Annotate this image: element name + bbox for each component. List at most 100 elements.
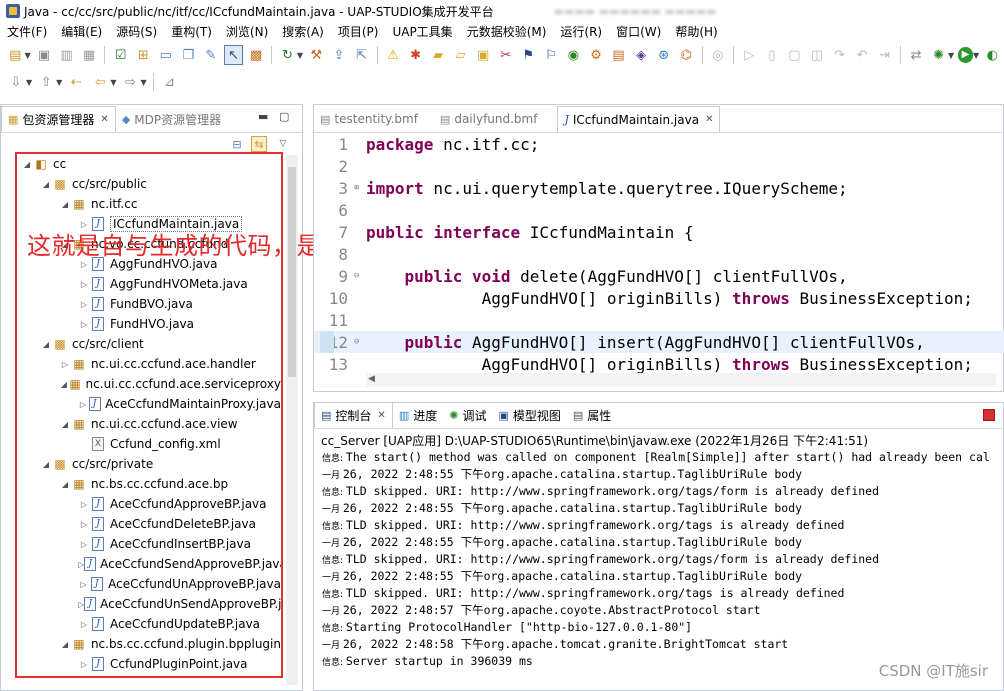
folder-tree-icon[interactable]: ⊞ [134, 45, 153, 65]
code-area[interactable]: 1 package nc.itf.cc; 2 3 ⊕ import nc.ui.query… [314, 133, 1004, 375]
task-icon[interactable]: ✎ [202, 45, 221, 65]
runner-blue-icon[interactable]: ⚐ [542, 45, 561, 65]
run-dropdown-icon[interactable]: ▼ [973, 51, 979, 60]
folder-icon[interactable]: ▱ [451, 45, 470, 65]
export-icon[interactable]: ⇱ [352, 45, 371, 65]
maximize-icon[interactable]: ▢ [279, 110, 289, 123]
tree-item[interactable]: X Ccfund_config.xml [17, 434, 281, 454]
tree-item[interactable]: ▷ J FundBVO.java [17, 294, 281, 314]
expanded-arrow-icon[interactable]: ◢ [59, 420, 71, 429]
tab-model-view[interactable]: ▣ 模型视图 [492, 402, 566, 428]
tree-item[interactable]: ◢ ▦ nc.ui.cc.ccfund.ace.view [17, 414, 281, 434]
save-icon[interactable]: ▣ [35, 45, 54, 65]
network-icon[interactable]: ⊛ [654, 45, 673, 65]
code-line[interactable]: 12 ⊖ public AggFundHVO[] insert(AggFundHV… [314, 331, 1004, 353]
tree-item[interactable]: ▷ J AceCcfundDeleteBP.java [17, 514, 281, 534]
graph-icon[interactable]: ⌬ [677, 45, 696, 65]
close-icon[interactable]: ✕ [705, 114, 713, 125]
code-line[interactable]: 11 [314, 309, 1004, 331]
last-edit-icon[interactable]: ⇠ [66, 72, 86, 92]
back-dropdown-icon[interactable]: ▼ [110, 78, 116, 87]
tab-properties[interactable]: ▤ 属性 [567, 402, 617, 428]
back-icon[interactable]: ⇦ [90, 72, 110, 92]
tab-testentity-bmf[interactable]: ▤ testentity.bmf [314, 106, 424, 132]
console-output[interactable]: 信息: The start() method was called on com… [322, 450, 1004, 671]
menu-metadata-check[interactable]: 元数据校验(M) [460, 23, 554, 40]
fold-toggle-icon[interactable]: ⊖ [354, 271, 364, 281]
tree-item[interactable]: ▷ J AggFundHVOMeta.java [17, 274, 281, 294]
collapsed-arrow-icon[interactable]: ▷ [78, 280, 90, 289]
skip-breakpoints-icon[interactable]: ⇄ [907, 45, 926, 65]
metadata-icon[interactable]: ✱ [406, 45, 425, 65]
refresh-icon[interactable]: ↻ [278, 45, 297, 65]
new-dropdown-icon[interactable]: ▼ [25, 51, 31, 60]
annotation-next-dropdown-icon[interactable]: ▼ [26, 78, 32, 87]
tab-progress[interactable]: ▥ 进度 [393, 402, 443, 428]
tree-item[interactable]: ▷ J AceCcfundApproveBP.java [17, 494, 281, 514]
build-icon[interactable]: ⚒ [307, 45, 326, 65]
close-icon[interactable]: ✕ [377, 410, 385, 421]
collapse-all-icon[interactable]: ⊟ [229, 136, 245, 152]
tree-item[interactable]: ▷ ▦ nc.ui.cc.ccfund.ace.handler [17, 354, 281, 374]
expanded-arrow-icon[interactable]: ◢ [40, 180, 52, 189]
tree-item[interactable]: ◢ ▦ nc.ui.cc.ccfund.ace.serviceproxy [17, 374, 281, 394]
refresh-dropdown-icon[interactable]: ▼ [297, 51, 303, 60]
pin-editor-icon[interactable]: ⊿ [160, 72, 180, 92]
bookmark-icon[interactable]: ▭ [156, 45, 175, 65]
new-file-icon[interactable]: ▤ [6, 45, 25, 65]
forward-dropdown-icon[interactable]: ▼ [140, 78, 146, 87]
menu-file[interactable]: 文件(F) [0, 23, 54, 40]
code-line[interactable]: 3 ⊕ import nc.ui.querytemplate.querytree.I… [314, 177, 1004, 199]
tab-iccfundmaintain-java[interactable]: J ICcfundMaintain.java ✕ [557, 106, 721, 132]
annotation-next-icon[interactable]: ⇩ [6, 72, 26, 92]
tab-package-explorer[interactable]: ▦ 包资源管理器 ✕ [1, 106, 116, 132]
deploy-icon[interactable]: ⇪ [330, 45, 349, 65]
scissors-icon[interactable]: ✂ [496, 45, 515, 65]
tree-item[interactable]: ◢ ▩ cc/src/client [17, 334, 281, 354]
tab-console[interactable]: ▤ 控制台 ✕ [314, 402, 393, 428]
run-icon[interactable]: ▶ [958, 47, 973, 63]
tree-item[interactable]: ▷ J AceCcfundInsertBP.java [17, 534, 281, 554]
tree-item[interactable]: ▷ J FundHVO.java [17, 314, 281, 334]
code-line[interactable]: 9 ⊖ public void delete(AggFundHVO[] clien… [314, 265, 1004, 287]
print-icon[interactable]: ▦ [80, 45, 99, 65]
component-icon[interactable]: ▩ [247, 45, 266, 65]
close-icon[interactable]: ✕ [100, 114, 108, 125]
collapsed-arrow-icon[interactable]: ▷ [78, 520, 90, 529]
tree-item[interactable]: ◢ ▩ cc/src/public [17, 174, 281, 194]
tree-item[interactable]: ▷ J AceCcfundMaintainProxy.java [17, 394, 281, 414]
collapsed-arrow-icon[interactable]: ▷ [78, 320, 90, 329]
new-window-icon[interactable]: ❐ [179, 45, 198, 65]
tree-item[interactable]: ▷ J AceCcfundUnApproveBP.java [17, 574, 281, 594]
tab-mdp-explorer[interactable]: ◆ MDP资源管理器 [116, 106, 227, 132]
pointer-tool-icon[interactable]: ↖ [224, 45, 243, 65]
collapsed-arrow-icon[interactable]: ▷ [78, 300, 90, 309]
tree-item[interactable]: ◢ ▩ cc/src/private [17, 454, 281, 474]
tree-item[interactable]: ▷ J CcfundPluginPoint.java [17, 654, 281, 674]
tree-item[interactable]: ▷ J AceCcfundUnSendApproveBP.java [17, 594, 281, 614]
code-line[interactable]: 7 public interface ICcfundMaintain { [314, 221, 1004, 243]
fold-toggle-icon[interactable]: ⊖ [354, 337, 364, 347]
editor-horizontal-scrollbar[interactable]: ◀ [366, 373, 996, 387]
fold-toggle-icon[interactable]: ⊕ [354, 183, 364, 193]
globe-icon[interactable]: ◉ [564, 45, 583, 65]
menu-help[interactable]: 帮助(H) [668, 23, 724, 40]
code-line[interactable]: 6 [314, 199, 1004, 221]
menu-navigate[interactable]: 浏览(N) [219, 23, 275, 40]
checklist-icon[interactable]: ☑ [111, 45, 130, 65]
menu-refactor[interactable]: 重构(T) [164, 23, 219, 40]
code-line[interactable]: 2 [314, 155, 1004, 177]
open-folder-icon[interactable]: ▰ [429, 45, 448, 65]
collapsed-arrow-icon[interactable]: ▷ [78, 620, 90, 629]
collapsed-arrow-icon[interactable]: ▷ [78, 400, 88, 409]
expanded-arrow-icon[interactable]: ◢ [59, 200, 71, 209]
collapsed-arrow-icon[interactable]: ▷ [78, 580, 89, 589]
menu-source[interactable]: 源码(S) [109, 23, 164, 40]
menu-uap-tools[interactable]: UAP工具集 [385, 23, 459, 40]
menu-project[interactable]: 项目(P) [331, 23, 386, 40]
tab-debug[interactable]: ✺ 调试 [443, 402, 492, 428]
expanded-arrow-icon[interactable]: ◢ [59, 480, 71, 489]
collapsed-arrow-icon[interactable]: ▷ [78, 540, 90, 549]
expanded-arrow-icon[interactable]: ◢ [40, 460, 52, 469]
terminate-icon[interactable] [983, 409, 995, 421]
